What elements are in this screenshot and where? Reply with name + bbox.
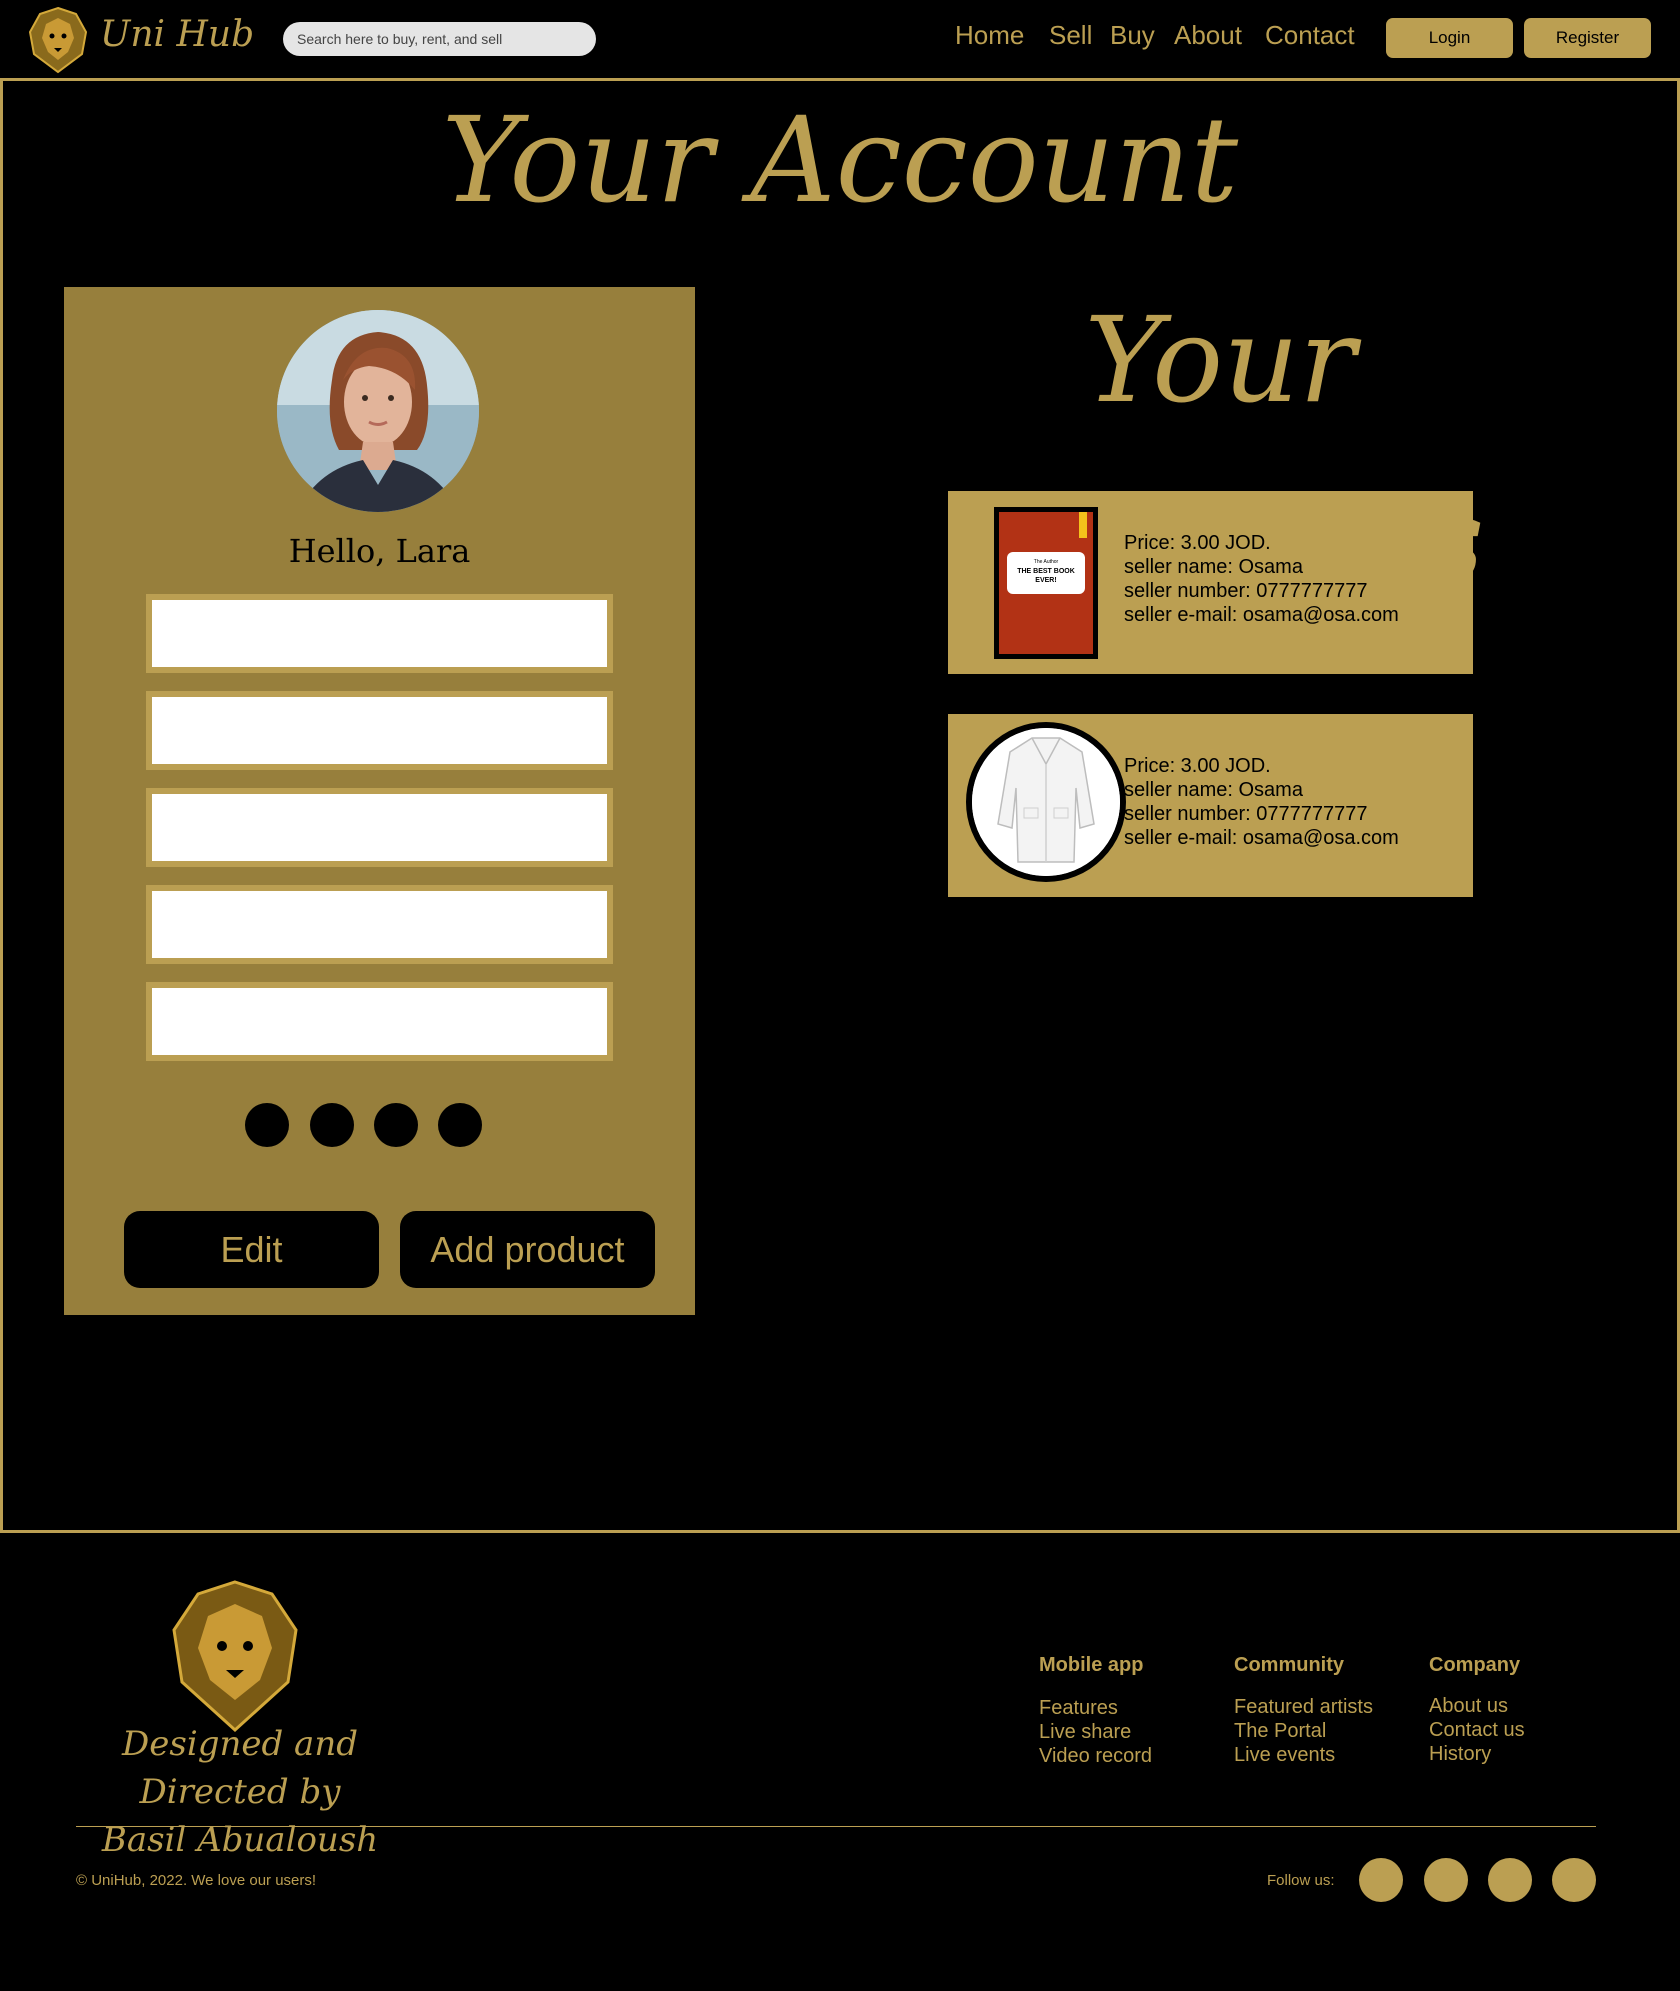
- brand-name[interactable]: Uni Hub: [100, 14, 254, 55]
- social-dot-2[interactable]: [310, 1103, 354, 1147]
- seller-number: seller number: 0777777777: [1124, 803, 1368, 825]
- footer-link-features[interactable]: Features: [1039, 1696, 1118, 1720]
- profile-field-2[interactable]: [146, 691, 613, 770]
- product-info: Price: 3.00 JOD. seller name: Osama sell…: [1124, 754, 1399, 850]
- social-dot-3[interactable]: [374, 1103, 418, 1147]
- avatar: [277, 310, 479, 512]
- nav-home[interactable]: Home: [955, 20, 1024, 51]
- book-title-text: THE BEST BOOK EVER!: [1017, 568, 1075, 584]
- profile-field-5[interactable]: [146, 982, 613, 1061]
- footer-heading-community: Community: [1234, 1654, 1344, 1676]
- product-price: Price: 3.00 JOD.: [1124, 755, 1271, 777]
- footer-link-featured-artists[interactable]: Featured artists: [1234, 1695, 1373, 1719]
- credits-line-2: Basil Abualoush: [101, 1820, 379, 1860]
- profile-photo-icon: [277, 310, 479, 512]
- footer-link-contact-us[interactable]: Contact us: [1429, 1718, 1525, 1742]
- lion-logo-icon: [172, 1580, 298, 1733]
- footer-link-history[interactable]: History: [1429, 1742, 1491, 1766]
- lab-coat-icon: [972, 728, 1120, 876]
- lion-logo-icon[interactable]: [28, 6, 88, 74]
- book-author-text: The Author: [1033, 559, 1059, 565]
- profile-field-1[interactable]: [146, 594, 613, 673]
- account-card: Hello, Lara Edit Add product: [64, 287, 695, 1315]
- social-icon-1[interactable]: [1359, 1858, 1403, 1902]
- designer-credits: Designed and Directed by Basil Abualoush: [70, 1720, 410, 1864]
- nav-about[interactable]: About: [1174, 20, 1242, 51]
- footer-link-live-events[interactable]: Live events: [1234, 1743, 1335, 1767]
- copyright-text: © UniHub, 2022. We love our users!: [76, 1872, 317, 1889]
- page-title: Your Account: [441, 91, 1239, 229]
- nav-contact[interactable]: Contact: [1265, 20, 1355, 51]
- seller-email: seller e-mail: osama@osa.com: [1124, 604, 1399, 626]
- top-navbar: Uni Hub Home Sell Buy About Contact Logi…: [0, 0, 1680, 78]
- credits-line-1: Designed and Directed by: [122, 1724, 358, 1812]
- product-card[interactable]: The Author THE BEST BOOK EVER! Price: 3.…: [948, 491, 1473, 674]
- footer-heading-company: Company: [1429, 1654, 1521, 1676]
- product-price: Price: 3.00 JOD.: [1124, 532, 1271, 554]
- greeting-text: Hello, Lara: [288, 532, 471, 570]
- social-dot-4[interactable]: [438, 1103, 482, 1147]
- follow-us-label: Follow us:: [1267, 1872, 1335, 1889]
- product-card[interactable]: Price: 3.00 JOD. seller name: Osama sell…: [948, 714, 1473, 897]
- book-label: The Author THE BEST BOOK EVER!: [1007, 552, 1085, 594]
- login-button[interactable]: Login: [1386, 18, 1513, 58]
- social-dot-1[interactable]: [245, 1103, 289, 1147]
- product-info: Price: 3.00 JOD. seller name: Osama sell…: [1124, 531, 1399, 627]
- seller-name: seller name: Osama: [1124, 779, 1303, 801]
- footer-link-video-record[interactable]: Video record: [1039, 1744, 1152, 1768]
- footer-heading-mobile-app: Mobile app: [1039, 1654, 1144, 1676]
- nav-sell[interactable]: Sell: [1049, 20, 1092, 51]
- nav-buy[interactable]: Buy: [1110, 20, 1155, 51]
- seller-number: seller number: 0777777777: [1124, 580, 1368, 602]
- book-cover-icon: The Author THE BEST BOOK EVER!: [994, 507, 1098, 659]
- footer-link-live-share[interactable]: Live share: [1039, 1720, 1131, 1744]
- footer-divider: [76, 1826, 1596, 1827]
- register-button[interactable]: Register: [1524, 18, 1651, 58]
- edit-button[interactable]: Edit: [124, 1211, 379, 1288]
- footer-link-the-portal[interactable]: The Portal: [1234, 1719, 1326, 1743]
- profile-field-3[interactable]: [146, 788, 613, 867]
- add-product-button[interactable]: Add product: [400, 1211, 655, 1288]
- bookmark-icon: [1079, 512, 1087, 538]
- footer-link-about-us[interactable]: About us: [1429, 1694, 1508, 1718]
- product-image: [966, 722, 1126, 882]
- seller-name: seller name: Osama: [1124, 556, 1303, 578]
- social-icon-2[interactable]: [1424, 1858, 1468, 1902]
- profile-field-4[interactable]: [146, 885, 613, 964]
- social-icon-3[interactable]: [1488, 1858, 1532, 1902]
- social-icon-4[interactable]: [1552, 1858, 1596, 1902]
- search-input[interactable]: [283, 22, 596, 56]
- seller-email: seller e-mail: osama@osa.com: [1124, 827, 1399, 849]
